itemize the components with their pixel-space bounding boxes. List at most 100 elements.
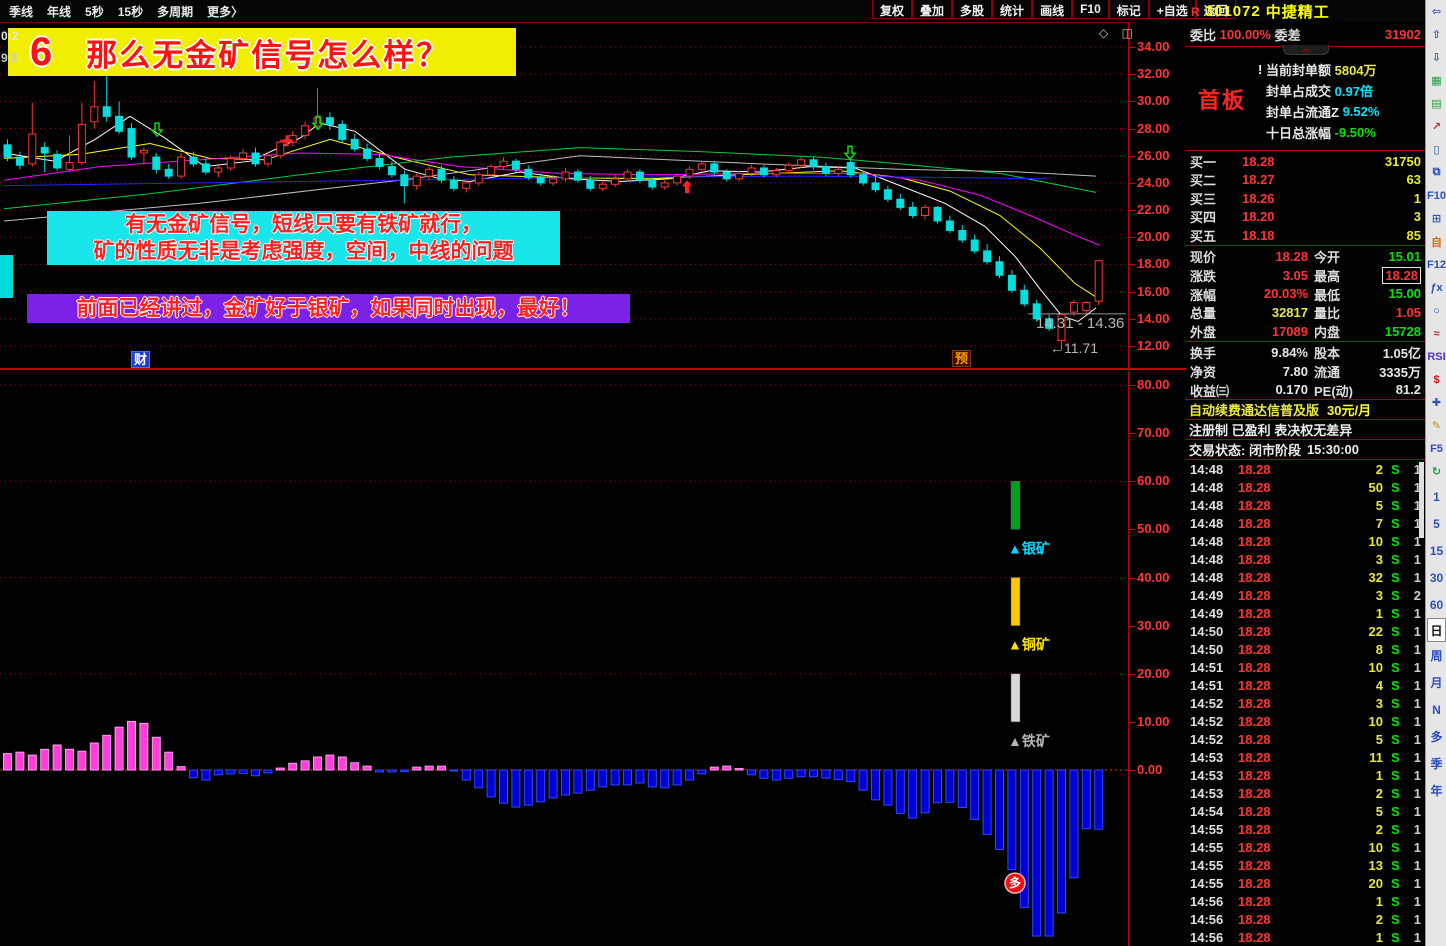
mark-circle-icon[interactable]: ○ [1427, 299, 1446, 322]
menu-button-+自选[interactable]: +自选 [1148, 0, 1196, 19]
banner-text: 那么无金矿信号怎么样？ [86, 37, 450, 73]
menu-item-季线[interactable]: 季线 [2, 3, 40, 20]
gap-range-note: 14.31 - 14.36 [1036, 315, 1125, 332]
multi-window-icon[interactable]: ⧉ [1427, 161, 1446, 184]
bid-volume: 3 [1413, 209, 1421, 225]
clipped-text-fragment: 9.8 [1, 51, 18, 65]
quote-value: 17089 [1271, 324, 1308, 340]
menu-button-画线[interactable]: 画线 [1032, 0, 1073, 19]
f10-info-icon[interactable]: F10 [1427, 184, 1446, 207]
first-board-badge: 首板 [1197, 87, 1246, 113]
quote-value: 15728 [1384, 324, 1421, 340]
period-button-日[interactable]: 日 [1427, 618, 1446, 642]
bid-row: 买三 18.26 1 [1190, 190, 1421, 207]
up-icon[interactable]: ⇧ [1427, 23, 1446, 46]
cyan-note-line2: 矿的性质无非是考虑强度，空间，中线的问题 [93, 240, 514, 263]
tick-row: 14:52 18.28 3 S 1 [1190, 695, 1421, 711]
menu-item-多周期[interactable]: 多周期 [150, 3, 200, 20]
draw-icon[interactable]: ✎ [1427, 414, 1446, 437]
custom-icon[interactable]: 自 [1427, 230, 1446, 253]
menu-item-更多〉[interactable]: 更多〉 [200, 3, 250, 20]
f12-trade-icon[interactable]: F12 [1427, 253, 1446, 276]
mine-indicator-panel[interactable]: ▲银矿 ▲铜矿 ▲铁矿多 [0, 369, 1128, 946]
axis-tick [1129, 770, 1135, 771]
quote-value: 7.80 [1282, 363, 1308, 379]
main-axis-label: 12.00 [1137, 337, 1170, 353]
rsi-icon[interactable]: RSI [1427, 345, 1446, 368]
tick-row: 14:52 18.28 5 S 1 [1190, 731, 1421, 747]
legend-bar [1010, 673, 1021, 723]
menu-button-标记[interactable]: 标记 [1108, 0, 1149, 19]
quote-value: 9.84% [1271, 344, 1308, 360]
promo-text: 自动续费通达信普及版 [1189, 403, 1320, 418]
sub-axis-label: 40.00 [1137, 569, 1170, 585]
axis-tick [1129, 291, 1135, 293]
tick-list[interactable]: 14:48 18.28 2 S 1 14:48 18.28 50 S 1 14:48 18.28 5 S 1… [1186, 460, 1425, 946]
promo-row[interactable]: 自动续费通达信普及版 30元/月 [1186, 400, 1425, 420]
legend-bar [1010, 577, 1021, 626]
collapse-tab[interactable]: ︿ [1283, 45, 1329, 55]
promo-price: 30元/月 [1327, 403, 1372, 418]
move-icon[interactable]: ✚ [1427, 391, 1446, 414]
period-button-多[interactable]: 多 [1427, 723, 1446, 750]
indicator-svg: ▲银矿 ▲铜矿 ▲铁矿多 [0, 384, 1128, 937]
block-tree-icon[interactable]: ⊞ [1427, 207, 1446, 230]
axis-tick [1129, 237, 1135, 239]
f5-switch-icon[interactable]: F5 [1427, 437, 1446, 460]
event-tag-forecast[interactable]: 预 [952, 350, 972, 367]
tick-row: 14:55 18.28 2 S 1 [1190, 821, 1421, 837]
wave-icon[interactable]: ≈ [1427, 322, 1446, 345]
axis-tick [1129, 264, 1135, 266]
down-icon[interactable]: ⇩ [1427, 46, 1446, 69]
weicha-value: 31902 [1384, 26, 1421, 42]
axis-tick [1129, 47, 1135, 48]
period-button-30[interactable]: 30 [1427, 564, 1446, 591]
quote-value: 18.28 [1360, 266, 1421, 284]
period-button-N[interactable]: N [1427, 696, 1446, 723]
limit-up-stats: ! 当前封单额 5804万 封单占成交 0.97倍 封单占流通Z 9.52% 十日总涨幅… [1258, 47, 1425, 150]
sub-axis-label: 0.00 [1137, 762, 1163, 777]
tick-list-scrollbar[interactable] [1419, 462, 1424, 538]
menu-button-统计[interactable]: 统计 [992, 0, 1033, 19]
menu-item-5秒[interactable]: 5秒 [78, 3, 111, 20]
main-axis-label: 32.00 [1137, 66, 1170, 82]
rank-list-icon[interactable]: ▤ [1427, 92, 1446, 115]
registration-row: 注册制 已盈利 表决权无差异 [1186, 420, 1425, 440]
tick-row: 14:48 18.28 50 S 1 [1190, 479, 1421, 495]
quote-value: 18.28 [1275, 248, 1308, 264]
menu-button-复权[interactable]: 复权 [872, 0, 913, 19]
trend-chart-icon[interactable]: ↗ [1427, 115, 1446, 138]
period-button-年[interactable]: 年 [1427, 777, 1446, 804]
menu-item-15秒[interactable]: 15秒 [111, 3, 150, 20]
bid-row: 买四 18.20 3 [1190, 209, 1421, 226]
quote-grid-icon[interactable]: ▦ [1427, 69, 1446, 92]
back-icon[interactable]: ⇦ [1427, 0, 1446, 23]
period-button-季[interactable]: 季 [1427, 750, 1446, 777]
menu-item-年线[interactable]: 年线 [40, 3, 78, 20]
period-button-周[interactable]: 周 [1427, 642, 1446, 669]
tick-row: 14:48 18.28 3 S 1 [1190, 551, 1421, 567]
money-icon[interactable]: $ [1427, 368, 1446, 391]
stock-name: 中捷精工 [1265, 4, 1330, 21]
period-button-月[interactable]: 月 [1427, 669, 1446, 696]
legend-label: ▲铜矿 [1008, 637, 1050, 653]
main-axis-label: 30.00 [1137, 93, 1170, 109]
period-button-15[interactable]: 15 [1427, 537, 1446, 564]
clipped-text-fragment: 0:2 [1, 29, 19, 43]
menu-button-多股[interactable]: 多股 [952, 0, 993, 19]
period-button-60[interactable]: 60 [1427, 591, 1446, 618]
chart-window-icons[interactable]: ◇ ◫ [1099, 26, 1138, 40]
bid-price: 18.18 [1242, 227, 1275, 243]
kline-icon[interactable]: ▯ [1427, 138, 1446, 161]
menu-button-叠加[interactable]: 叠加 [912, 0, 953, 19]
formula-icon[interactable]: ƒx [1427, 276, 1446, 299]
refresh-icon[interactable]: ↻ [1427, 460, 1446, 483]
main-axis-label: 16.00 [1137, 283, 1170, 299]
tick-row: 14:49 18.28 3 S 2 [1190, 587, 1421, 603]
period-button-1[interactable]: 1 [1427, 483, 1446, 510]
menu-button-F10[interactable]: F10 [1072, 0, 1109, 19]
period-button-5[interactable]: 5 [1427, 510, 1446, 537]
tick-row: 14:50 18.28 22 S 1 [1190, 623, 1421, 639]
event-tag-report[interactable]: 财 [131, 351, 151, 368]
quote-value: 15.01 [1388, 248, 1421, 264]
